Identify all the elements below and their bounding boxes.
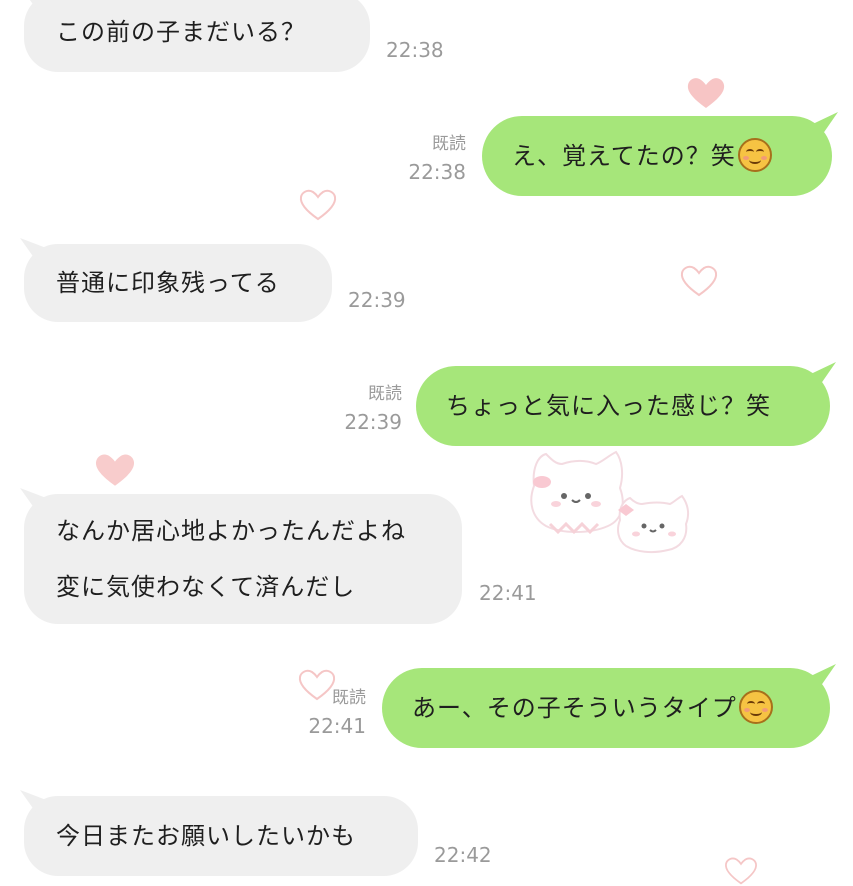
message-timestamp: 22:41 bbox=[479, 581, 537, 605]
outgoing-message-bubble[interactable]: ちょっと気に入った感じ？笑 bbox=[416, 366, 830, 446]
incoming-message-bubble[interactable]: 今日またお願いしたいかも bbox=[24, 796, 418, 876]
relieved-face-emoji-icon bbox=[737, 138, 772, 172]
message-meta: 既読 22:41 bbox=[298, 684, 366, 740]
message-text: 変に気使わなくて済んだし bbox=[56, 573, 356, 601]
chat-thread[interactable]: この前の子まだいる？ 22:38 既読 22:38 え、覚えてたの？笑 普通に印… bbox=[0, 0, 853, 885]
message-timestamp: 22:38 bbox=[408, 160, 466, 184]
message-meta: 既読 22:39 bbox=[332, 380, 402, 436]
message-text: ちょっと気に入った感じ？笑 bbox=[446, 392, 771, 420]
message-text-row: え、覚えてたの？笑 bbox=[512, 128, 802, 184]
message-timestamp: 22:39 bbox=[348, 288, 406, 312]
heart-icon bbox=[680, 265, 718, 297]
message-timestamp: 22:38 bbox=[386, 38, 444, 62]
message-timestamp: 22:41 bbox=[308, 714, 366, 738]
read-receipt: 既読 bbox=[432, 134, 466, 154]
incoming-message-bubble[interactable]: 普通に印象残ってる bbox=[24, 244, 332, 322]
heart-icon bbox=[725, 857, 757, 885]
cat-sticker-icon bbox=[530, 450, 690, 554]
message-text: なんか居心地よかったんだよね bbox=[56, 517, 406, 545]
relieved-face-emoji-icon bbox=[738, 690, 773, 724]
outgoing-message-bubble[interactable]: え、覚えてたの？笑 bbox=[482, 116, 832, 196]
heart-icon bbox=[95, 454, 135, 486]
incoming-message-bubble[interactable]: なんか居心地よかったんだよね 変に気使わなくて済んだし bbox=[24, 494, 462, 624]
message-text: 普通に印象残ってる bbox=[56, 269, 280, 297]
message-timestamp: 22:42 bbox=[434, 843, 492, 867]
read-receipt: 既読 bbox=[332, 688, 366, 708]
heart-icon bbox=[687, 78, 725, 108]
message-text: え、覚えてたの？笑 bbox=[512, 142, 736, 170]
read-receipt: 既読 bbox=[368, 384, 402, 404]
message-timestamp: 22:39 bbox=[344, 410, 402, 434]
outgoing-message-bubble[interactable]: あー、その子そういうタイプ bbox=[382, 668, 830, 748]
message-meta: 既読 22:38 bbox=[398, 130, 466, 186]
message-text: 今日またお願いしたいかも bbox=[56, 822, 356, 850]
message-text: この前の子まだいる？ bbox=[56, 18, 306, 46]
message-text: あー、その子そういうタイプ bbox=[412, 694, 737, 722]
incoming-message-bubble[interactable]: この前の子まだいる？ bbox=[24, 0, 370, 72]
heart-icon bbox=[299, 189, 337, 221]
message-text-row: あー、その子そういうタイプ bbox=[412, 680, 800, 736]
